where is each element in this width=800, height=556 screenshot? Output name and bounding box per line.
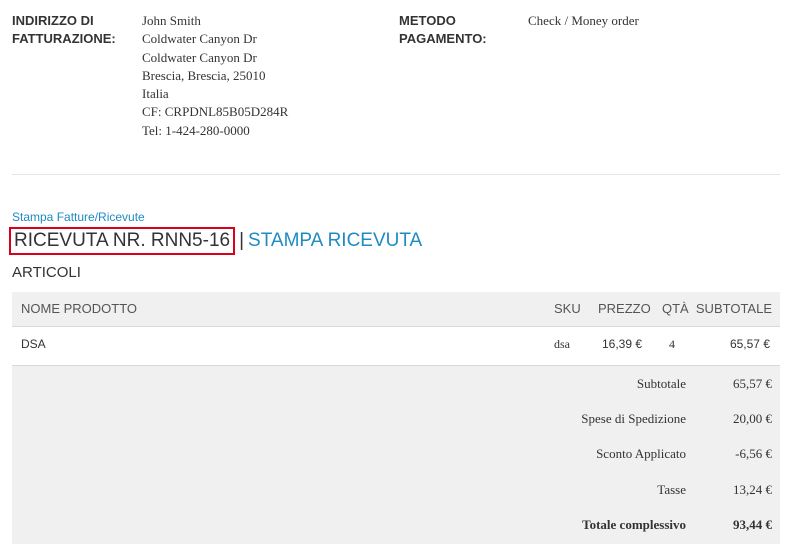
item-price: 16,39 € [602, 337, 643, 351]
articles-title: ARTICOLI [12, 264, 81, 281]
header-price: PREZZO [598, 301, 651, 316]
section-divider [12, 174, 780, 175]
items-table-header: NOME PRODOTTO SKU PREZZO QTÀ SUBTOTALE [12, 292, 780, 327]
order-totals: Subtotale 65,57 € Spese di Spedizione 20… [12, 366, 780, 544]
header-sku: SKU [554, 301, 581, 316]
shipping-value: 20,00 € [733, 411, 772, 426]
discount-row: Sconto Applicato -6,56 € [12, 446, 780, 466]
tax-label: Tasse [657, 482, 686, 497]
tax-value: 13,24 € [733, 482, 772, 497]
address-line: Italia [142, 86, 169, 102]
item-subtotal: 65,57 € [729, 337, 770, 351]
shipping-row: Spese di Spedizione 20,00 € [12, 411, 780, 431]
billing-address-label: INDIRIZZO DI FATTURAZIONE: [12, 13, 116, 46]
discount-label: Sconto Applicato [596, 446, 686, 461]
address-line: CF: CRPDNL85B05D284R [142, 104, 289, 120]
item-name: DSA [21, 337, 46, 351]
print-invoices-link[interactable]: Stampa Fatture/Ricevute [12, 210, 145, 224]
item-sku: dsa [554, 337, 570, 351]
subtotal-row: Subtotale 65,57 € [12, 376, 780, 396]
address-line: Coldwater Canyon Dr [142, 31, 257, 47]
grand-total-label: Totale complessivo [582, 517, 686, 532]
shipping-label: Spese di Spedizione [581, 411, 686, 426]
grand-total-value: 93,44 € [733, 517, 772, 532]
receipt-number: RICEVUTA NR. RNN5-16 [9, 226, 236, 255]
grand-total-row: Totale complessivo 93,44 € [12, 517, 780, 537]
address-line: Tel: 1-424-280-0000 [142, 122, 250, 138]
header-qty: QTÀ [662, 301, 689, 316]
receipt-heading: RICEVUTA NR. RNN5-16 | STAMPA RICEVUTA [9, 226, 422, 255]
subtotal-label: Subtotale [636, 376, 686, 391]
print-receipt-link[interactable]: STAMPA RICEVUTA [248, 230, 422, 252]
subtotal-value: 65,57 € [733, 376, 772, 391]
discount-value: -6,56 € [735, 446, 772, 461]
heading-separator: | [239, 229, 245, 251]
table-row: DSA dsa 16,39 € 4 65,57 € [12, 327, 780, 366]
header-product-name: NOME PRODOTTO [21, 301, 138, 316]
header-subtotal: SUBTOTALE [695, 301, 772, 316]
payment-method-value: Check / Money order [528, 13, 639, 28]
address-line: Brescia, Brescia, 25010 [142, 67, 266, 83]
address-line: John Smith [142, 13, 201, 28]
payment-method-label: METODO PAGAMENTO: [399, 13, 487, 46]
item-qty: 4 [669, 337, 675, 351]
tax-row: Tasse 13,24 € [12, 482, 780, 502]
address-line: Coldwater Canyon Dr [142, 49, 257, 65]
billing-address: John Smith Coldwater Canyon Dr Coldwater… [142, 12, 392, 140]
